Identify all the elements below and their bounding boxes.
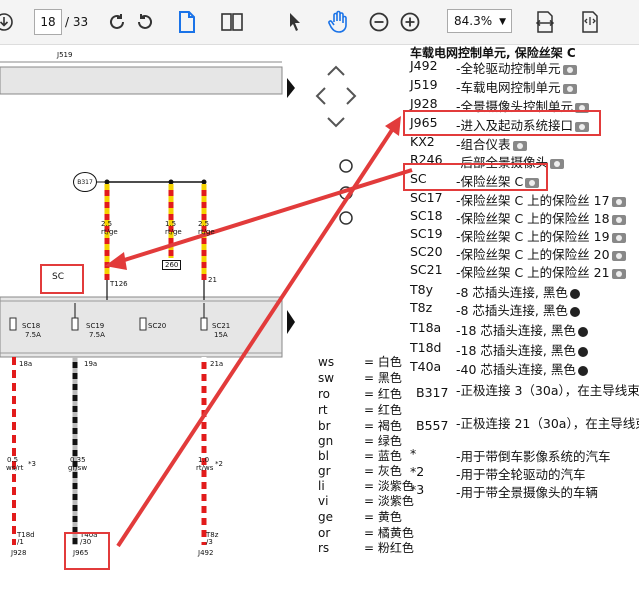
camera-icon[interactable] (611, 214, 626, 225)
wire-size-1: 2.5 (101, 220, 113, 228)
camera-icon[interactable] (562, 83, 577, 94)
fuse-sc18-name: SC18 (22, 322, 41, 330)
legend-row: vi = 淡紫色 (318, 494, 414, 508)
camera-icon[interactable] (611, 250, 626, 261)
page-total: / 33 (65, 15, 89, 29)
zoom-out-icon[interactable] (366, 9, 392, 35)
download-icon[interactable] (0, 9, 14, 35)
legend-row: ws = 白色 (318, 355, 402, 369)
pin-t18d: /1 (17, 538, 24, 546)
wire-b-note-3: *2 (215, 460, 223, 468)
wire-size-2: 1.5 (165, 220, 177, 228)
fit-page-icon[interactable] (577, 9, 603, 35)
legend-row: ge = 黄色 (318, 510, 402, 524)
sc-row-highlight-box (403, 163, 548, 191)
legend-row: rt = 红色 (318, 403, 402, 417)
wire-b-size-3: 1.0 (198, 456, 210, 464)
camera-icon[interactable] (611, 268, 626, 279)
pdf-toolbar: 18 / 33 84.3% ▼ (0, 0, 639, 45)
pin-t8z: /3 (206, 538, 213, 546)
camera-icon[interactable] (550, 158, 565, 169)
b317-node: B317 (73, 172, 97, 192)
camera-icon[interactable] (562, 64, 577, 75)
pin-18a: 18a (19, 360, 33, 368)
legend-row: ro = 红色 (318, 387, 402, 401)
plug-icon[interactable] (577, 326, 588, 337)
wire-color-1: rt/ge (101, 228, 118, 236)
b317-label: B317 (77, 178, 93, 186)
camera-icon[interactable] (611, 232, 626, 243)
rotate-cw-icon[interactable] (104, 9, 130, 35)
fit-width-icon[interactable] (532, 9, 558, 35)
fuse-sc19-amps: 7.5A (89, 331, 105, 339)
top-label: J519 (57, 51, 73, 59)
plug-icon[interactable] (577, 346, 588, 357)
pdf-page: J519 B317 2.5 rt/ge 1.5 rt/ge 2.5 rt/ge … (0, 44, 639, 594)
pin-21a: 21a (210, 360, 224, 368)
j965-row-highlight-box (403, 110, 601, 136)
plug-icon[interactable] (569, 288, 580, 299)
zoom-value: 84.3% (454, 14, 493, 28)
camera-icon[interactable] (512, 140, 527, 151)
wire-b-size-2: 0.35 (70, 456, 86, 464)
camera-icon[interactable] (611, 196, 626, 207)
rotate-ccw-icon[interactable] (132, 9, 158, 35)
wire-b-color-1: ws/rt (6, 464, 24, 472)
document-icon[interactable] (174, 9, 200, 35)
part-j928: J928 (11, 549, 27, 557)
plug-icon[interactable] (569, 306, 580, 317)
fuse-sc20-name: SC20 (148, 322, 167, 330)
hand-icon[interactable] (324, 9, 352, 35)
legend-row: rs = 粉红色 (318, 541, 414, 555)
wire-b-size-1: 0.5 (7, 456, 19, 464)
connector-260: 260 (162, 260, 182, 270)
legend-row: sw = 黑色 (318, 371, 402, 385)
part-j492: J492 (198, 549, 214, 557)
pin-19a: 19a (84, 360, 98, 368)
pointer-icon[interactable] (282, 9, 308, 35)
fuse-sc21-name: SC21 (212, 322, 231, 330)
page-number-input[interactable]: 18 (34, 9, 62, 35)
chevron-down-icon: ▼ (499, 17, 506, 27)
wire-color-2: rt/ge (165, 228, 182, 236)
sc-label: SC (52, 272, 64, 282)
wire-b-note-1: *3 (28, 460, 36, 468)
fuse-sc21-amps: 15A (214, 331, 228, 339)
zoom-select[interactable]: 84.3% ▼ (447, 9, 512, 33)
zoom-in-icon[interactable] (397, 9, 423, 35)
fuse-sc19-name: SC19 (86, 322, 105, 330)
wire-b-color-3: rt/ws (196, 464, 214, 472)
wire-b-color-2: gr/sw (68, 464, 88, 472)
connector-21: 21 (208, 276, 217, 284)
two-page-icon[interactable] (219, 9, 245, 35)
wire-size-3: 2.5 (198, 220, 210, 228)
plug-icon[interactable] (577, 365, 588, 376)
connector-t126: T126 (110, 280, 128, 288)
part-j965: J965 (73, 549, 89, 557)
wire-color-3: rt/ge (198, 228, 215, 236)
fuse-sc18-amps: 7.5A (25, 331, 41, 339)
